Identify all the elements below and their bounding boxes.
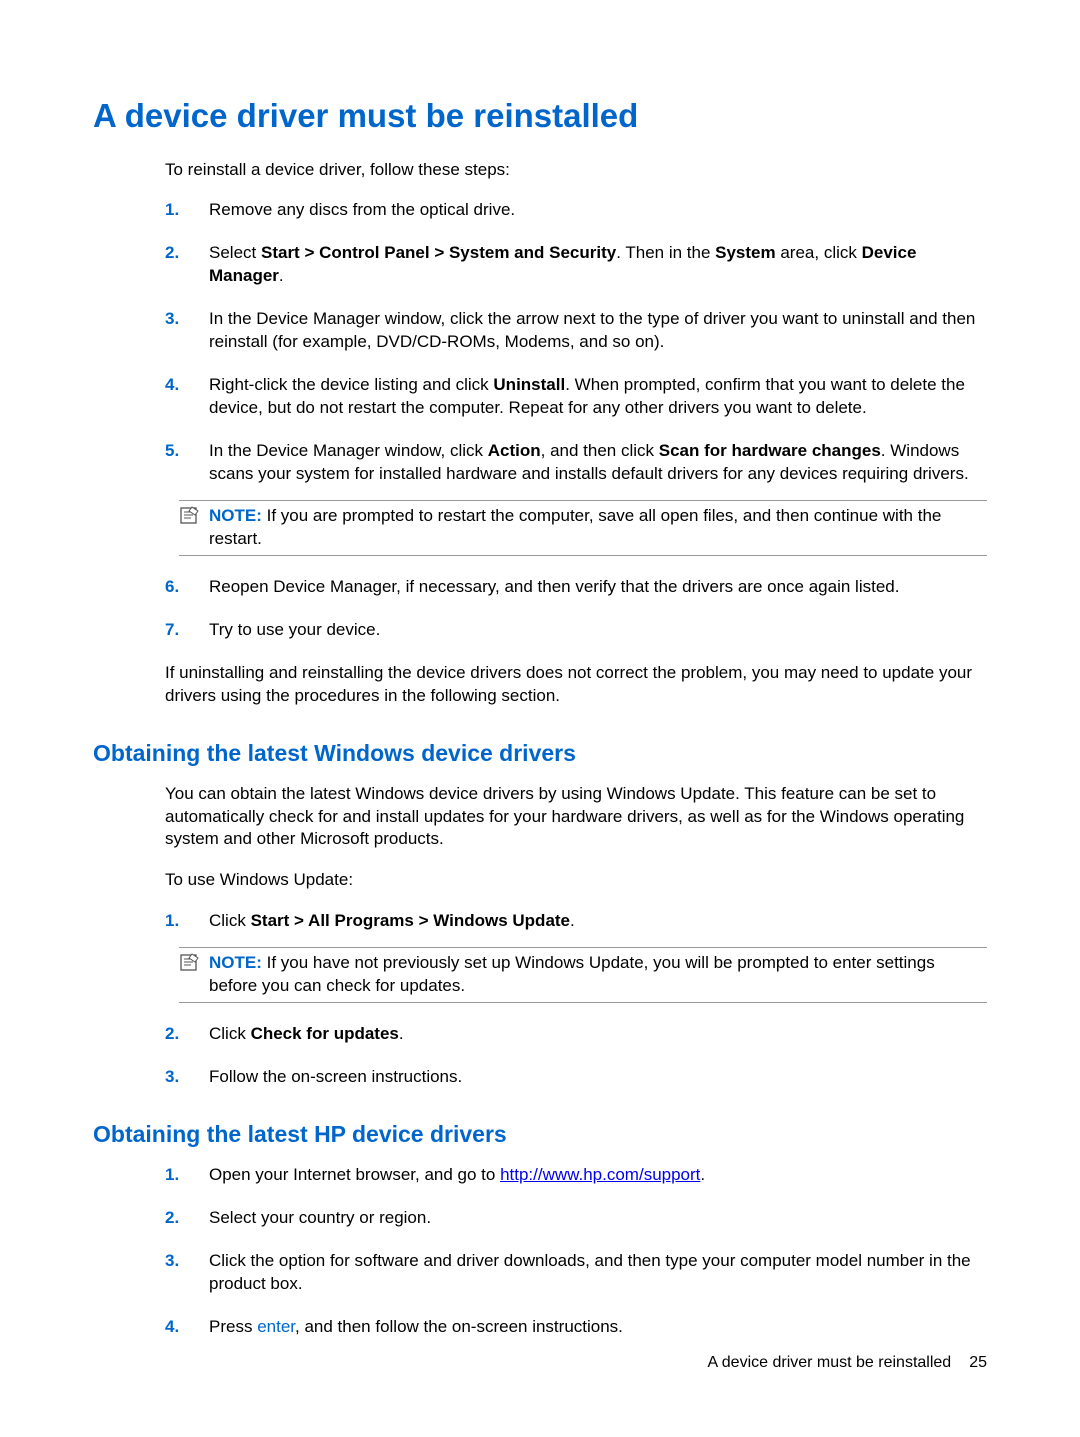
list-item: Right-click the device listing and click… [165, 374, 987, 420]
key-name: enter [257, 1317, 295, 1336]
list-item: Click Check for updates. [165, 1023, 987, 1046]
section-heading: Obtaining the latest Windows device driv… [93, 738, 987, 769]
note-label: NOTE: [209, 953, 262, 972]
list-item: Reopen Device Manager, if necessary, and… [165, 576, 987, 599]
paragraph: To use Windows Update: [165, 869, 987, 892]
paragraph: You can obtain the latest Windows device… [165, 783, 987, 852]
list-item: Follow the on-screen instructions. [165, 1066, 987, 1089]
note-label: NOTE: [209, 506, 262, 525]
steps-list-1: Remove any discs from the optical drive.… [165, 199, 987, 641]
list-item: Open your Internet browser, and go to ht… [165, 1164, 987, 1187]
page-footer: A device driver must be reinstalled 25 [708, 1352, 987, 1374]
list-item: In the Device Manager window, click the … [165, 308, 987, 354]
list-item: Click the option for software and driver… [165, 1250, 987, 1296]
page-title: A device driver must be reinstalled [93, 94, 987, 139]
note-box: NOTE: If you are prompted to restart the… [179, 500, 987, 556]
list-item: In the Device Manager window, click Acti… [165, 440, 987, 556]
list-item: Remove any discs from the optical drive. [165, 199, 987, 222]
list-item: Press enter, and then follow the on-scre… [165, 1316, 987, 1339]
section-heading: Obtaining the latest HP device drivers [93, 1119, 987, 1150]
support-link[interactable]: http://www.hp.com/support [500, 1165, 700, 1184]
note-icon [179, 505, 201, 525]
note-text: If you are prompted to restart the compu… [209, 506, 941, 548]
list-item: Select Start > Control Panel > System an… [165, 242, 987, 288]
list-item: Select your country or region. [165, 1207, 987, 1230]
note-text: If you have not previously set up Window… [209, 953, 935, 995]
footer-title: A device driver must be reinstalled [708, 1354, 952, 1371]
list-item: Try to use your device. [165, 619, 987, 642]
page-number: 25 [969, 1354, 987, 1371]
steps-list-2: Click Start > All Programs > Windows Upd… [165, 910, 987, 1089]
paragraph: If uninstalling and reinstalling the dev… [165, 662, 987, 708]
page-content: A device driver must be reinstalled To r… [0, 0, 1080, 1339]
note-box: NOTE: If you have not previously set up … [179, 947, 987, 1003]
list-item: Click Start > All Programs > Windows Upd… [165, 910, 987, 1003]
steps-list-3: Open your Internet browser, and go to ht… [165, 1164, 987, 1339]
intro-text: To reinstall a device driver, follow the… [165, 159, 987, 182]
note-icon [179, 952, 201, 972]
